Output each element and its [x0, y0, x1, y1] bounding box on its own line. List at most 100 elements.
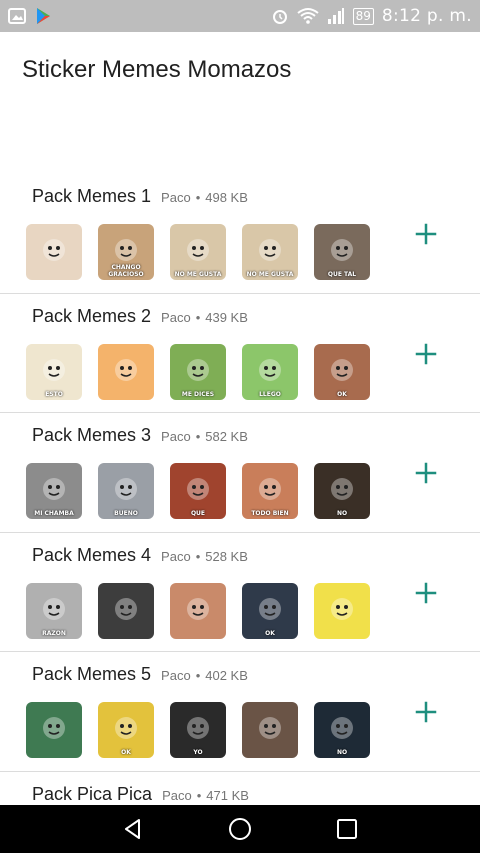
pack-header: Pack Pica Pica Paco • 471 KB	[32, 784, 249, 805]
add-pack-button[interactable]	[410, 338, 442, 370]
hippo-sticker: QUE TAL	[314, 224, 370, 280]
sticker-caption: QUE	[190, 510, 206, 517]
meta-separator: •	[195, 190, 201, 205]
sticker-caption: RAZON	[42, 629, 66, 637]
sticker-row: ESTO ME DICES LLEGO OK	[26, 343, 370, 400]
meta-separator: •	[195, 668, 201, 683]
girl-sticker: OK	[314, 343, 370, 400]
pack-size: 402 KB	[205, 668, 248, 683]
man-sticker	[26, 702, 82, 758]
sticker-face-icon	[43, 358, 65, 381]
pack-author: Paco	[161, 668, 191, 683]
powerpuff-sticker	[98, 343, 154, 400]
meta-separator: •	[195, 429, 201, 444]
sticker-face-icon	[43, 597, 65, 620]
sticker-caption: LLEGO	[259, 390, 281, 398]
sticker-face-icon	[187, 358, 209, 381]
sticker-face-icon	[259, 478, 281, 500]
status-bar: 89 8:12 p. m.	[0, 0, 480, 32]
pack-meta: Paco • 582 KB	[161, 429, 248, 444]
sticker-caption: BUENO	[114, 510, 138, 517]
pack-name: Pack Memes 2	[32, 305, 152, 326]
sticker-face-icon	[187, 597, 209, 620]
status-right: 89 8:12 p. m.	[271, 6, 472, 26]
recents-button[interactable]	[327, 809, 367, 849]
sticker-face-icon	[115, 358, 137, 381]
home-button[interactable]	[220, 809, 260, 849]
pack-row[interactable]: Pack Memes 3 Paco • 582 KB MI CHAMBA BUE…	[0, 413, 480, 533]
sticker-face-icon	[115, 478, 137, 500]
back-triangle-icon	[125, 819, 141, 839]
back-button[interactable]	[113, 809, 153, 849]
man-sticker	[242, 702, 298, 758]
sticker-face-icon	[331, 239, 353, 261]
pack-header: Pack Memes 1 Paco • 498 KB	[32, 186, 248, 207]
sticker-caption: TODO BIEN	[251, 510, 289, 517]
pack-author: Paco	[161, 548, 191, 564]
monkey-sticker	[26, 224, 82, 280]
sticker-face-icon	[259, 597, 281, 620]
sticker-row: OK YO NO	[26, 702, 370, 758]
powerpuff-sticker: LLEGO	[242, 343, 298, 400]
pack-header: Pack Memes 2 Paco • 439 KB	[32, 306, 248, 327]
pack-name: Pack Memes 4	[32, 544, 152, 565]
meta-separator: •	[196, 787, 202, 803]
pack-row[interactable]: Pack Memes 5 Paco • 402 KB OK YO NO	[0, 652, 480, 772]
add-pack-button[interactable]	[410, 696, 442, 728]
man-sticker: OK	[242, 582, 298, 639]
dark-sticker: YO	[170, 702, 226, 758]
pack-name: Pack Memes 3	[32, 425, 152, 445]
sticker-caption: ESTO	[45, 390, 63, 398]
man-sticker: BUENO	[98, 463, 154, 519]
cartoon-sticker: NO ME GUSTA	[170, 224, 226, 280]
status-left	[8, 7, 52, 25]
man-sticker: MI CHAMBA	[26, 463, 82, 519]
alarm-icon	[272, 10, 287, 24]
status-time: 8:12 p. m.	[381, 6, 472, 26]
pack-name: Pack Memes 1	[32, 186, 152, 206]
girl-sticker: TODO BIEN	[242, 463, 298, 519]
sticker-face-icon	[259, 239, 281, 261]
sticker-caption: CHANGO GRACIOSO	[108, 264, 144, 278]
cartoon-sticker: NO ME GUSTA	[242, 224, 298, 280]
sticker-caption: OK	[121, 749, 131, 756]
add-pack-button[interactable]	[410, 218, 442, 250]
man-sticker: RAZON	[26, 582, 82, 639]
sticker-caption: NO	[336, 510, 348, 517]
sticker-face-icon	[187, 717, 209, 739]
pack-meta: Paco • 439 KB	[161, 310, 248, 325]
woody-sticker: CHANGO GRACIOSO	[98, 224, 154, 280]
add-pack-button[interactable]	[410, 577, 442, 609]
plus-icon	[415, 701, 437, 723]
recents-square-icon	[336, 819, 357, 839]
pack-name: Pack Memes 5	[32, 664, 152, 684]
pack-author: Paco	[162, 787, 192, 803]
plus-icon	[415, 343, 437, 364]
pack-meta: Paco • 402 KB	[161, 668, 248, 683]
pack-row[interactable]: Pack Memes 1 Paco • 498 KB CHANGO GRACIO…	[0, 174, 480, 294]
pack-meta: Paco • 498 KB	[161, 190, 248, 205]
sticker-face-icon	[115, 717, 137, 739]
pack-row[interactable]: Pack Memes 4 Paco • 528 KB RAZON OK	[0, 533, 480, 652]
add-pack-button[interactable]	[410, 457, 442, 489]
spongebob-sticker	[314, 582, 370, 639]
sticker-face-icon	[259, 717, 281, 739]
play-store-icon	[37, 8, 50, 24]
navigation-bar	[0, 805, 480, 853]
sticker-face-icon	[43, 478, 65, 500]
man-sticker: NO	[314, 463, 370, 519]
comic-sticker: ESTO	[26, 343, 82, 400]
meta-separator: •	[195, 309, 201, 325]
pack-row[interactable]: Pack Memes 2 Paco • 439 KB ESTO ME DICES…	[0, 294, 480, 413]
pack-author: Paco	[161, 309, 191, 325]
sticker-face-icon	[187, 478, 209, 500]
plus-icon	[415, 223, 437, 245]
pack-size: 439 KB	[205, 309, 248, 325]
man-sticker: QUE	[170, 463, 226, 519]
frog-sticker: ME DICES	[170, 343, 226, 400]
pack-size: 582 KB	[205, 429, 248, 444]
pack-name: Pack Pica Pica	[32, 783, 153, 804]
sticker-caption: NO	[336, 749, 348, 756]
sticker-caption: OK	[337, 390, 347, 398]
plus-icon	[415, 582, 437, 603]
